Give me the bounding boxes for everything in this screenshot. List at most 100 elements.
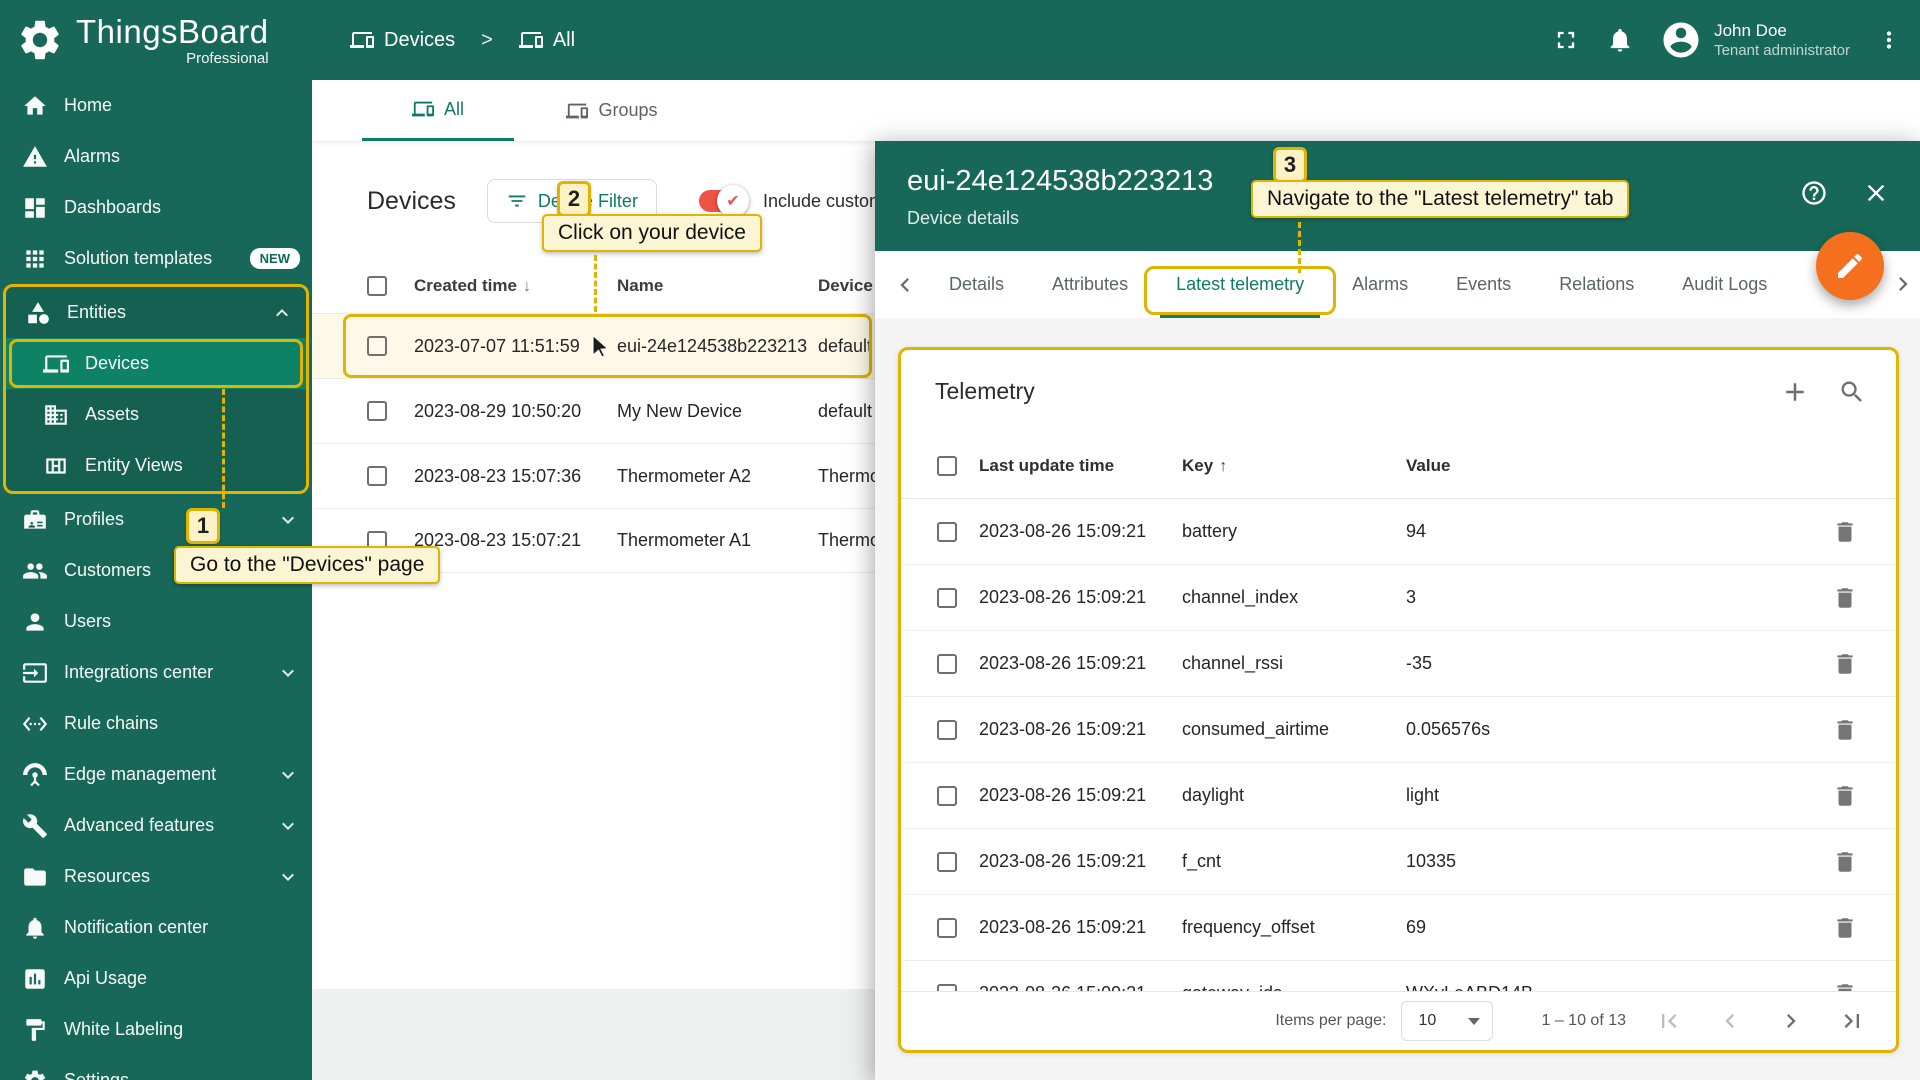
app-logo[interactable]: ThingsBoard Professional bbox=[0, 15, 312, 66]
sidebar-item-advanced-features[interactable]: Advanced features bbox=[0, 800, 312, 851]
breadcrumb-all[interactable]: All bbox=[519, 28, 575, 52]
sidebar-item-entities[interactable]: Entities bbox=[6, 287, 306, 338]
column-value[interactable]: Value bbox=[1406, 456, 1896, 476]
tabs-scroll-right-icon[interactable] bbox=[1886, 251, 1920, 317]
tab-attributes[interactable]: Attributes bbox=[1028, 251, 1152, 318]
close-icon[interactable] bbox=[1862, 179, 1890, 207]
step3-badge: 3 bbox=[1273, 147, 1307, 183]
integrations-icon bbox=[22, 660, 48, 686]
add-telemetry-icon[interactable] bbox=[1780, 377, 1810, 407]
row-checkbox[interactable] bbox=[937, 917, 957, 938]
chevron-down-icon bbox=[276, 865, 300, 889]
items-per-page-select[interactable]: 10 bbox=[1401, 1001, 1494, 1041]
entity-views-icon bbox=[43, 453, 69, 479]
breadcrumb-separator: > bbox=[481, 28, 493, 51]
app-name: ThingsBoard bbox=[76, 12, 269, 50]
delete-icon[interactable] bbox=[1832, 585, 1858, 611]
sidebar-item-entity-views[interactable]: Entity Views bbox=[6, 440, 306, 491]
sidebar-item-alarms[interactable]: Alarms bbox=[0, 131, 312, 182]
sidebar-item-dashboards[interactable]: Dashboards bbox=[0, 182, 312, 233]
chevron-down-icon bbox=[276, 814, 300, 838]
entity-tabs: All Groups bbox=[312, 80, 1920, 142]
row-checkbox[interactable] bbox=[367, 466, 387, 486]
tab-details[interactable]: Details bbox=[925, 251, 1028, 318]
telemetry-table-header: Last update time Key ↑ Value bbox=[901, 433, 1896, 499]
cursor-icon bbox=[585, 333, 612, 360]
delete-icon[interactable] bbox=[1832, 915, 1858, 941]
select-all-checkbox[interactable] bbox=[367, 276, 387, 296]
fullscreen-icon[interactable] bbox=[1552, 26, 1580, 54]
sidebar-item-solution-templates[interactable]: Solution templates NEW bbox=[0, 233, 312, 284]
last-page-icon[interactable] bbox=[1838, 1007, 1866, 1035]
previous-page-icon[interactable] bbox=[1716, 1007, 1744, 1035]
notifications-bell-icon[interactable] bbox=[1606, 26, 1634, 54]
sidebar-item-resources[interactable]: Resources bbox=[0, 851, 312, 902]
sidebar-item-notification-center[interactable]: Notification center bbox=[0, 902, 312, 953]
column-last-update-time[interactable]: Last update time bbox=[979, 456, 1182, 476]
resources-icon bbox=[22, 864, 48, 890]
tab-relations[interactable]: Relations bbox=[1535, 251, 1658, 318]
row-checkbox[interactable] bbox=[937, 587, 957, 608]
column-name[interactable]: Name bbox=[617, 276, 818, 296]
tab-groups[interactable]: Groups bbox=[514, 80, 710, 141]
delete-icon[interactable] bbox=[1832, 849, 1858, 875]
user-account[interactable]: John Doe Tenant administrator bbox=[1660, 19, 1850, 61]
row-checkbox[interactable] bbox=[367, 401, 387, 421]
telemetry-card: Telemetry Last update time Key ↑ Value 20… bbox=[898, 347, 1899, 1053]
pagination-range: 1 – 10 of 13 bbox=[1541, 1012, 1626, 1029]
breadcrumb-devices[interactable]: Devices bbox=[350, 28, 455, 52]
chevron-down-icon bbox=[276, 661, 300, 685]
row-checkbox[interactable] bbox=[937, 521, 957, 542]
select-all-checkbox[interactable] bbox=[937, 455, 957, 476]
tab-events[interactable]: Events bbox=[1432, 251, 1535, 318]
sidebar-item-api-usage[interactable]: Api Usage bbox=[0, 953, 312, 1004]
sidebar-item-rule-chains[interactable]: Rule chains bbox=[0, 698, 312, 749]
sidebar-item-devices[interactable]: Devices bbox=[6, 338, 306, 389]
delete-icon[interactable] bbox=[1832, 717, 1858, 743]
include-customers-toggle[interactable]: ✔ bbox=[698, 185, 749, 217]
row-checkbox[interactable] bbox=[367, 336, 387, 356]
tabs-scroll-left-icon[interactable] bbox=[885, 251, 925, 318]
groups-icon bbox=[566, 100, 588, 122]
alarm-icon bbox=[22, 144, 48, 170]
column-key[interactable]: Key ↑ bbox=[1182, 456, 1406, 476]
settings-icon bbox=[22, 1068, 48, 1080]
next-page-icon[interactable] bbox=[1777, 1007, 1805, 1035]
help-icon[interactable] bbox=[1800, 179, 1828, 207]
entities-group: Entities Devices Assets Entity Views bbox=[3, 284, 309, 494]
api-usage-icon bbox=[22, 966, 48, 992]
row-checkbox[interactable] bbox=[937, 983, 957, 991]
edit-device-fab[interactable] bbox=[1816, 232, 1884, 300]
delete-icon[interactable] bbox=[1832, 981, 1858, 992]
sidebar-item-users[interactable]: Users bbox=[0, 596, 312, 647]
tab-audit-logs[interactable]: Audit Logs bbox=[1658, 251, 1791, 318]
more-menu-icon[interactable] bbox=[1876, 27, 1902, 53]
telemetry-title: Telemetry bbox=[935, 378, 1035, 404]
sidebar-item-settings[interactable]: Settings bbox=[0, 1055, 312, 1080]
tab-latest-telemetry[interactable]: Latest telemetry bbox=[1144, 251, 1337, 318]
column-created-time[interactable]: Created time ↓ bbox=[414, 276, 617, 296]
delete-icon[interactable] bbox=[1832, 519, 1858, 545]
dropdown-caret-icon bbox=[1468, 1017, 1481, 1025]
sidebar-item-white-labeling[interactable]: White Labeling bbox=[0, 1004, 312, 1055]
sidebar-item-home[interactable]: Home bbox=[0, 80, 312, 131]
step3-label: Navigate to the "Latest telemetry" tab bbox=[1251, 180, 1630, 218]
row-checkbox[interactable] bbox=[937, 851, 957, 872]
sidebar-item-assets[interactable]: Assets bbox=[6, 389, 306, 440]
first-page-icon[interactable] bbox=[1655, 1007, 1683, 1035]
row-checkbox[interactable] bbox=[937, 719, 957, 740]
tab-all[interactable]: All bbox=[362, 80, 514, 141]
telemetry-row: 2023-08-26 15:09:21 gateway_ids WXvLeABD… bbox=[901, 961, 1896, 991]
sidebar-item-profiles[interactable]: Profiles bbox=[0, 494, 312, 545]
sidebar-item-edge-management[interactable]: Edge management bbox=[0, 749, 312, 800]
tab-alarms[interactable]: Alarms bbox=[1328, 251, 1432, 318]
rule-chains-icon bbox=[22, 711, 48, 737]
user-name: John Doe bbox=[1714, 20, 1787, 40]
row-checkbox[interactable] bbox=[937, 653, 957, 674]
delete-icon[interactable] bbox=[1832, 651, 1858, 677]
sidebar-item-integrations-center[interactable]: Integrations center bbox=[0, 647, 312, 698]
delete-icon[interactable] bbox=[1832, 783, 1858, 809]
row-checkbox[interactable] bbox=[937, 785, 957, 806]
toggle-check-icon: ✔ bbox=[716, 185, 749, 217]
search-icon[interactable] bbox=[1838, 378, 1866, 406]
